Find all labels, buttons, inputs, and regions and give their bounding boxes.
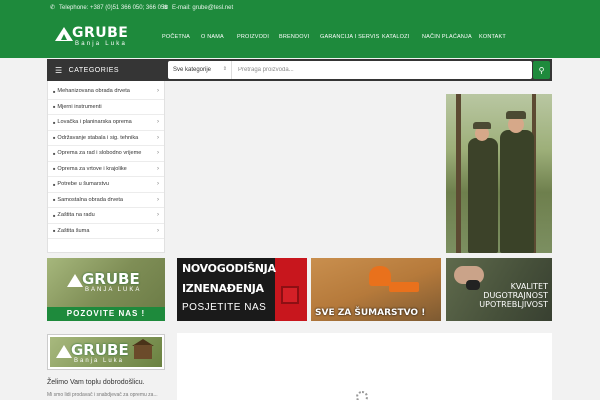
category-select[interactable]: Sve kategorije ⇕ xyxy=(168,61,232,79)
nav-garancija-servis[interactable]: GARANCIJA I SERVIS xyxy=(320,34,379,40)
banner-new-year[interactable]: NOVOGODIŠNJA IZNENAĐENJA POSJETITE NAS xyxy=(177,258,307,321)
nav-nacin-placanja[interactable]: NAČIN PLAĆANJA xyxy=(422,34,472,40)
search-icon: ⚲ xyxy=(538,65,545,75)
search-input[interactable] xyxy=(238,63,523,77)
chevron-right-icon: › xyxy=(157,227,159,234)
hunters-image[interactable] xyxy=(446,94,552,253)
chevron-right-icon: › xyxy=(157,212,159,218)
phone-icon: ✆ xyxy=(50,5,56,11)
chevron-right-icon: › xyxy=(157,134,159,141)
list-icon: ☰ xyxy=(55,65,63,75)
nav-katalozi[interactable]: KATALOZI xyxy=(382,34,409,40)
logo-triangle-icon xyxy=(56,345,72,358)
chevron-right-icon: › xyxy=(157,181,159,187)
chevron-right-icon: › xyxy=(157,150,159,156)
search-box: Sve kategorije ⇕ xyxy=(168,61,532,79)
nav-o-nama[interactable]: O NAMA xyxy=(201,34,224,40)
nav-pocetna[interactable]: POČETNA xyxy=(162,34,190,40)
toolbar: ☰ CATEGORIES Sve kategorije ⇕ ⚲ xyxy=(47,59,552,81)
chainsaw-icon xyxy=(389,282,419,292)
header: ✆ Telephone: +387 (0)51 366 050; 366 051… xyxy=(0,0,600,58)
chevron-right-icon: › xyxy=(157,165,159,172)
email-contact[interactable]: ✉ E-mail: grube@tesl.net xyxy=(163,4,233,12)
banner-logo: GRUBE BANJA LUKA xyxy=(67,270,147,293)
categories-label: CATEGORIES xyxy=(68,66,120,74)
chevron-right-icon: › xyxy=(157,88,159,94)
chevron-updown-icon: ⇕ xyxy=(222,66,227,72)
main-nav: POČETNA O NAMA PROIZVODI BRENDOVI GARANC… xyxy=(0,34,600,42)
watch-icon xyxy=(466,280,480,290)
nav-proizvodi[interactable]: PROIZVODI xyxy=(237,34,269,40)
banner-call-us[interactable]: GRUBE BANJA LUKA POZOVITE NAS ! xyxy=(47,258,165,321)
welcome-heading: Želimo Vam toplu dobrodošlicu. xyxy=(47,379,145,386)
mail-icon: ✉ xyxy=(163,5,169,11)
category-item[interactable]: ■ Zaštita na radu › xyxy=(48,208,164,224)
loading-spinner-icon xyxy=(356,391,368,400)
category-item[interactable]: ■ Oprema za vrtove i krajolike › xyxy=(48,162,164,177)
category-item[interactable]: ■ Lovačka i planinarska oprema › xyxy=(48,115,164,131)
category-select-value: Sve kategorije xyxy=(173,67,212,73)
sidebar-logo[interactable]: GRUBE Banja Luka xyxy=(47,334,165,370)
phone-text: Telephone: +387 (0)51 366 050; 366 051 xyxy=(59,4,168,11)
intro-text: Mi smo lidi prodavač i snabdjevač za opr… xyxy=(47,392,158,398)
search-button[interactable]: ⚲ xyxy=(533,61,550,79)
banner-quality[interactable]: KVALITET DUGOTRAJNOST UPOTREBLJIVOST xyxy=(446,258,552,321)
gift-icon xyxy=(281,286,299,304)
category-list: ■ Mehanizovana obrada drveta › ■ Mjerni ins… xyxy=(47,81,165,253)
helmet-icon xyxy=(369,266,391,286)
house-icon xyxy=(134,345,152,359)
nav-brendovi[interactable]: BRENDOVI xyxy=(279,34,309,40)
phone-contact: ✆ Telephone: +387 (0)51 366 050; 366 051 xyxy=(50,4,168,12)
email-text[interactable]: E-mail: grube@tesl.net xyxy=(172,5,233,11)
category-item[interactable]: ■ Mjerni instrumenti xyxy=(48,100,164,115)
banner-forestry[interactable]: SVE ZA ŠUMARSTVO ! xyxy=(311,258,441,321)
category-item[interactable]: ■ Oprema za rad i slobodno vrijeme › xyxy=(48,146,164,162)
category-item[interactable]: ■ Održavanje stabala i sig. tehnika › xyxy=(48,131,164,146)
categories-toggle[interactable]: ☰ CATEGORIES xyxy=(47,59,165,81)
chevron-right-icon: › xyxy=(157,196,159,203)
chevron-right-icon: › xyxy=(157,119,159,125)
category-item[interactable]: ■ Potrebe u šumarstvu › xyxy=(48,177,164,193)
nav-kontakt[interactable]: KONTAKT xyxy=(479,34,506,40)
logo-triangle-icon xyxy=(67,274,83,287)
category-item[interactable]: ■ Mehanizovana obrada drveta › xyxy=(48,84,164,100)
category-item[interactable]: ■ Samostalna obrada drveta › xyxy=(48,193,164,208)
banner-cta: POZOVITE NAS ! xyxy=(47,307,165,321)
content-card xyxy=(177,333,552,400)
category-item[interactable]: ■ Zaštita šuma › xyxy=(48,224,164,239)
